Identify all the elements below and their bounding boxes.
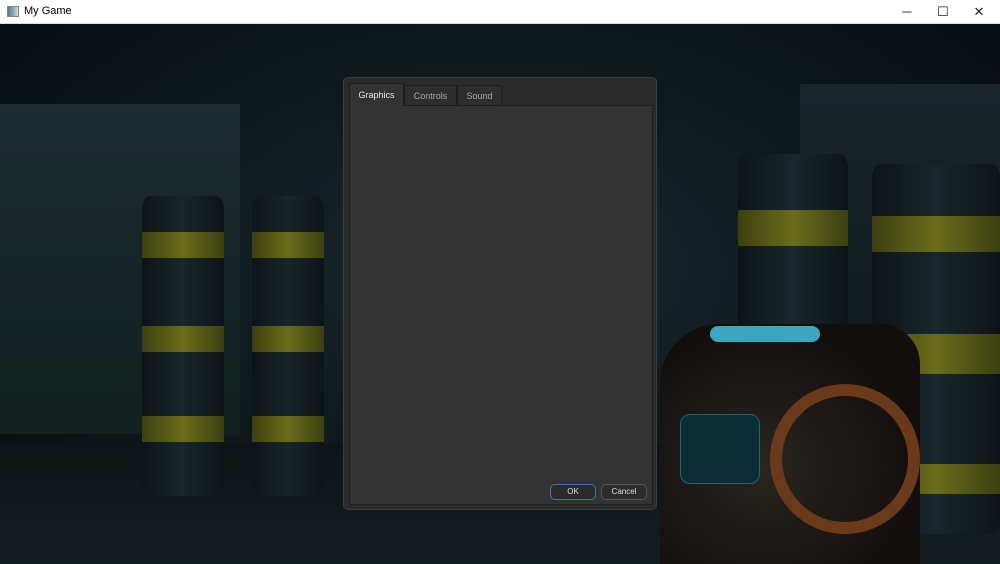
settings-dialog: Graphics Controls Sound OK Cancel — [343, 77, 657, 510]
tab-content-panel — [349, 105, 653, 505]
barrel — [252, 196, 324, 496]
tab-sound[interactable]: Sound — [457, 85, 502, 105]
window-title: My Game — [24, 5, 72, 17]
weapon-screen — [680, 414, 760, 484]
title-bar: My Game ─ ☐ ✕ — [0, 0, 1000, 24]
barrel — [142, 196, 224, 496]
app-icon — [7, 6, 19, 17]
player-weapon — [660, 324, 920, 564]
tab-graphics[interactable]: Graphics — [349, 83, 404, 106]
ok-button[interactable]: OK — [550, 484, 596, 500]
cancel-button[interactable]: Cancel — [601, 484, 647, 500]
close-button[interactable]: ✕ — [956, 0, 1000, 24]
tab-controls[interactable]: Controls — [404, 85, 457, 105]
